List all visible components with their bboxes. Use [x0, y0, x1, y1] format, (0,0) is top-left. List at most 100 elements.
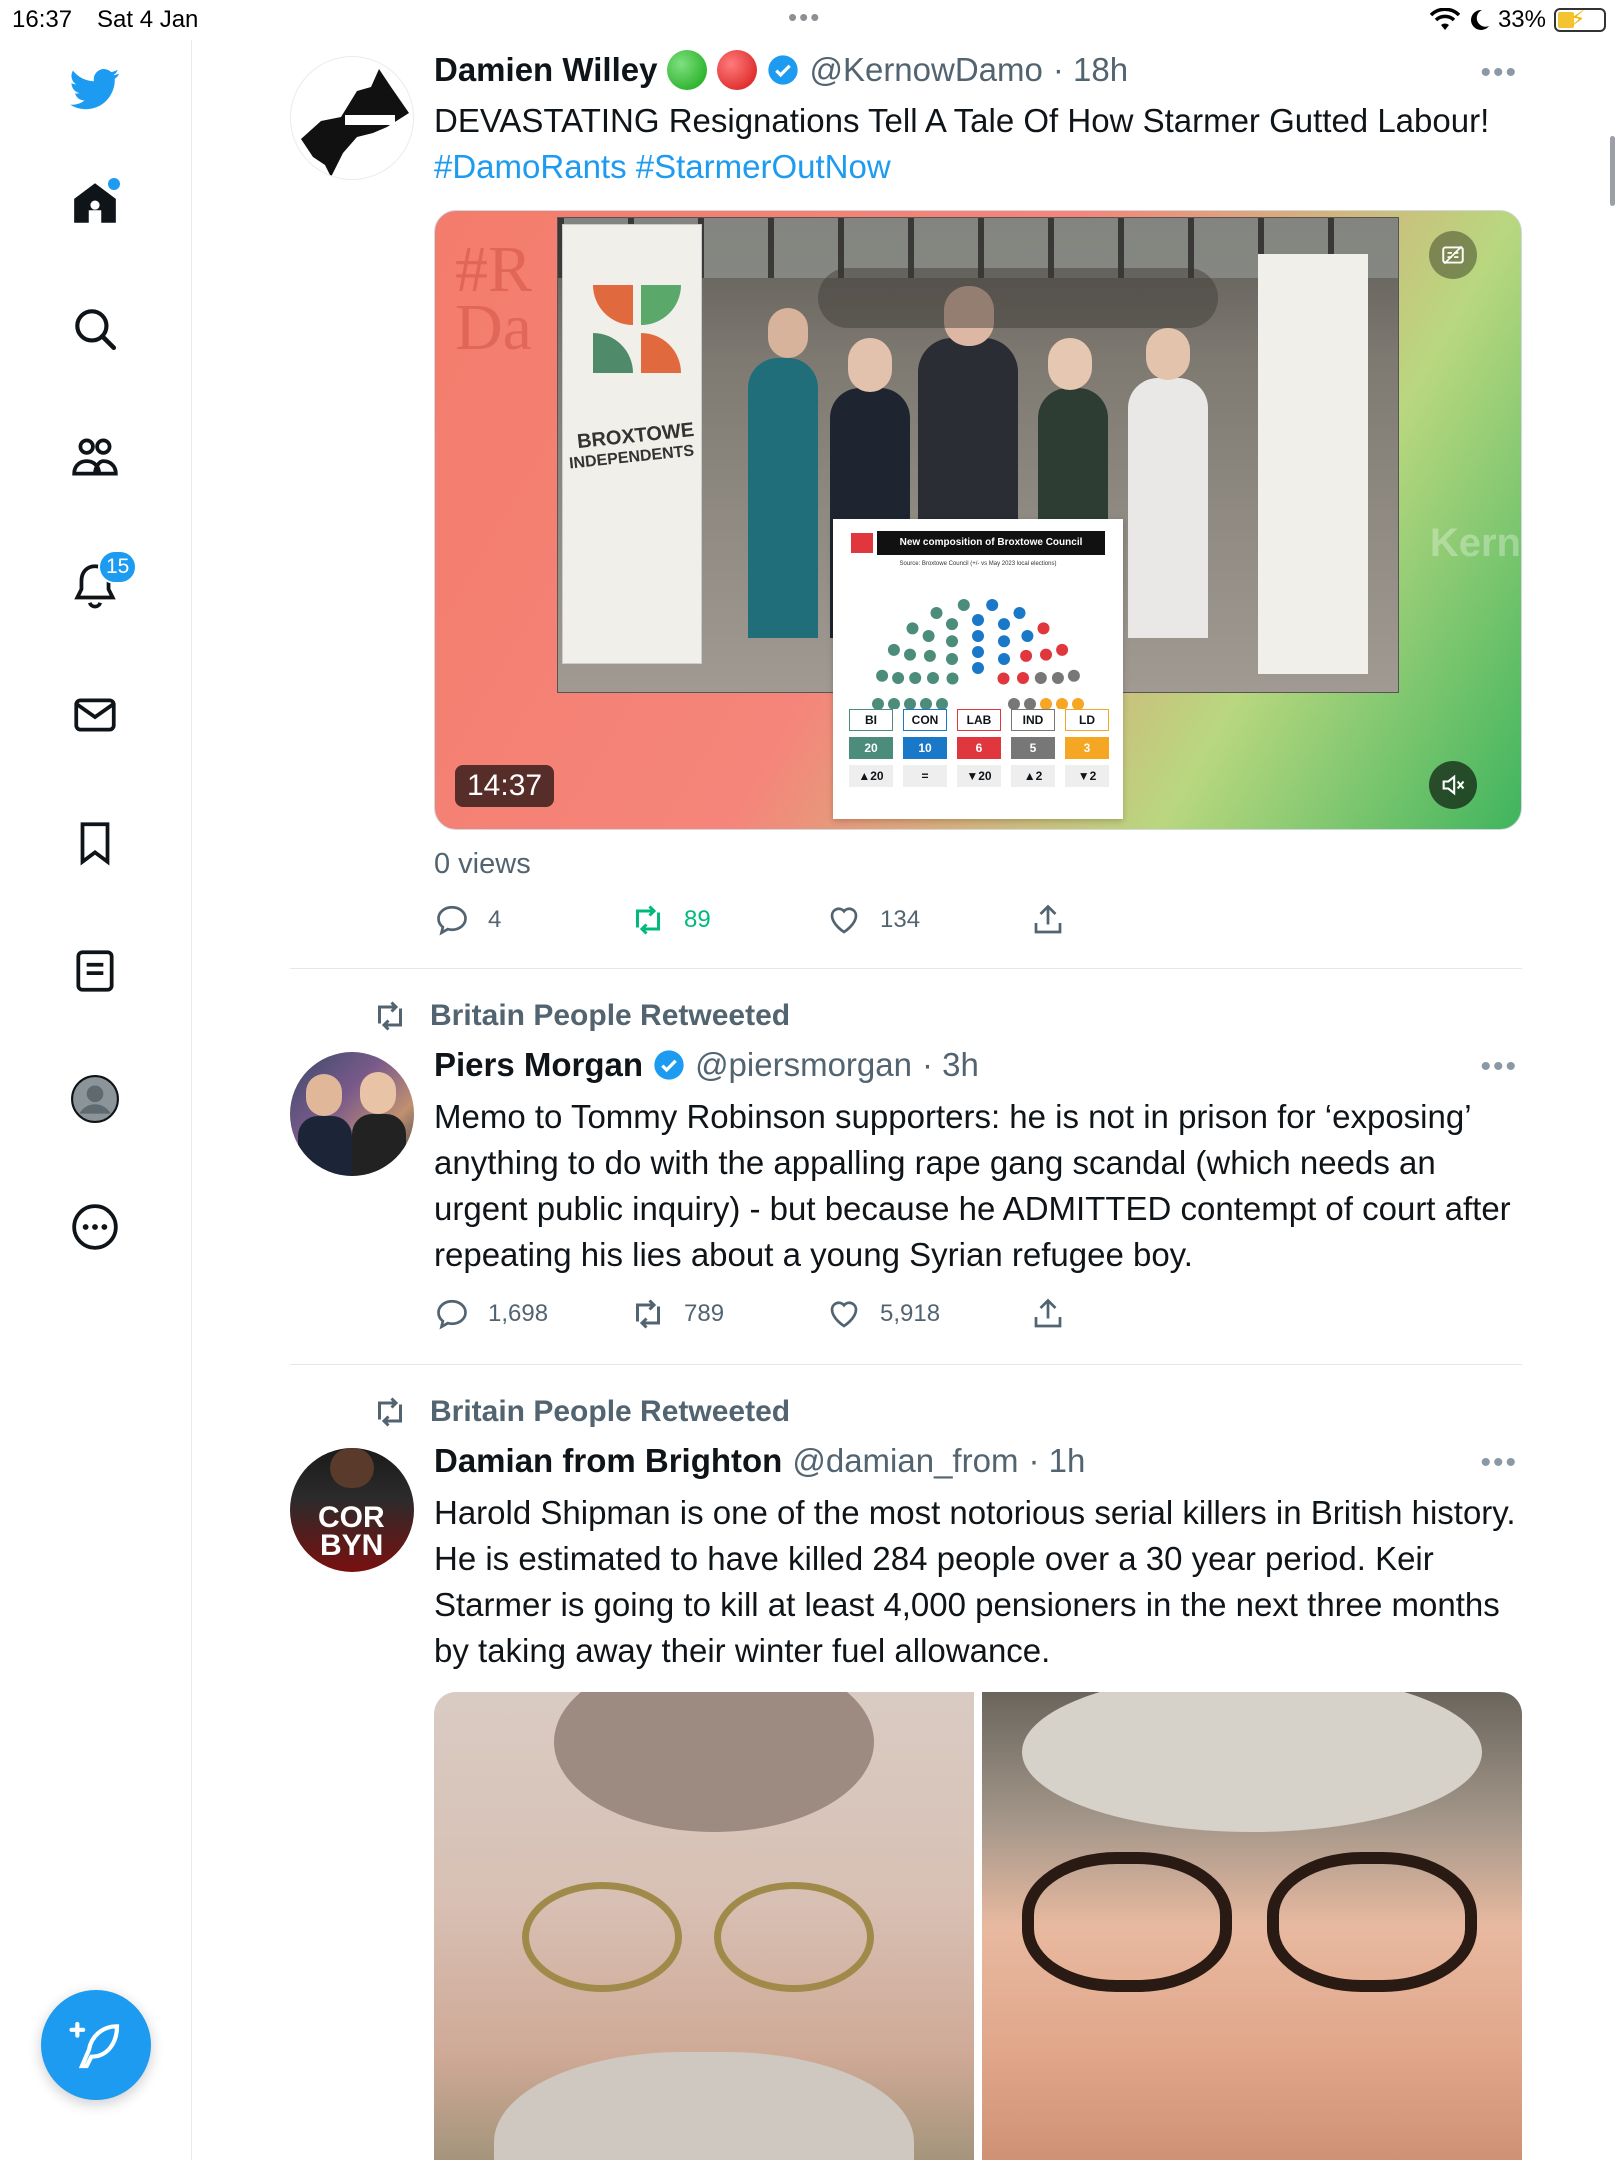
reply-icon	[437, 1299, 467, 1330]
avatar-shirt-text: BYN	[320, 1529, 384, 1562]
compose-tweet-button[interactable]	[41, 1990, 151, 2100]
nav-profile[interactable]	[62, 1066, 128, 1132]
party-change: ▼2	[1065, 765, 1109, 787]
seat-dot	[909, 672, 922, 684]
retweeted-by[interactable]: Britain People Retweeted	[372, 998, 790, 1034]
author-handle[interactable]: @piersmorgan	[695, 1046, 912, 1084]
captions-icon	[1442, 245, 1464, 265]
author-handle[interactable]: @KernowDamo	[809, 51, 1042, 89]
banner-right	[1258, 254, 1368, 674]
tweet-2[interactable]: Britain People Retweeted Piers Morgan @p…	[290, 994, 1522, 1354]
nav-lists[interactable]	[62, 938, 128, 1004]
seat-dot	[997, 672, 1010, 685]
tweet-time[interactable]: · 18h	[1053, 51, 1128, 89]
tweet-text: Memo to Tommy Robinson supporters: he is…	[434, 1098, 1511, 1273]
communities-icon	[72, 438, 118, 476]
author-name[interactable]: Damian from Brighton	[434, 1442, 782, 1480]
seat-dot	[876, 669, 889, 682]
avatar[interactable]	[290, 1052, 414, 1176]
retweet-small-icon	[378, 1001, 402, 1031]
more-circle-icon	[72, 1204, 118, 1250]
heart-icon	[830, 1301, 858, 1328]
nav-explore[interactable]	[62, 296, 128, 362]
scrollbar-thumb[interactable]	[1610, 136, 1615, 206]
captions-button[interactable]	[1429, 231, 1477, 279]
retweeted-by[interactable]: Britain People Retweeted	[372, 1394, 790, 1430]
party-seats: 20	[849, 737, 893, 759]
seat-dot	[1040, 698, 1052, 709]
nav-more[interactable]	[62, 1194, 128, 1260]
tweet-divider	[290, 968, 1522, 969]
author-handle[interactable]: @damian_from	[792, 1442, 1018, 1480]
like-button[interactable]: 134	[826, 902, 920, 938]
author-name[interactable]: Piers Morgan	[434, 1046, 643, 1084]
tweet-time[interactable]: · 3h	[922, 1046, 979, 1084]
status-right: 33% ⚡	[1429, 6, 1606, 34]
tweet-image-right[interactable]	[982, 1692, 1522, 2160]
like-button[interactable]: 5,918	[826, 1296, 940, 1332]
avatar[interactable]: COR BYN	[290, 1448, 414, 1572]
seat-dot	[872, 698, 884, 709]
video-bg-text: #R Da	[455, 233, 533, 364]
reply-icon	[437, 905, 467, 936]
mute-button[interactable]	[1429, 761, 1477, 809]
sidebar: 15	[0, 40, 192, 2160]
like-count: 5,918	[880, 1300, 941, 1327]
tweet-1[interactable]: Damien Willey @KernowDamo · 18h ••• DEVA…	[290, 50, 1522, 970]
twitter-logo-icon[interactable]	[62, 56, 128, 122]
tweet-3[interactable]: Britain People Retweeted COR BYN Damian …	[290, 1390, 1522, 2160]
more-options-icon[interactable]: •••	[1480, 1050, 1518, 1084]
tweet-actions: 4 89 134	[434, 902, 1094, 942]
tweet-time[interactable]: · 1h	[1028, 1442, 1085, 1480]
party-label: CON	[903, 709, 947, 731]
author-line: Piers Morgan @piersmorgan · 3h	[434, 1046, 979, 1084]
hashtag-link[interactable]: #DamoRants	[434, 148, 627, 185]
retweet-button[interactable]: 789	[630, 1296, 724, 1332]
seat-dot	[972, 614, 984, 626]
nav-notifications[interactable]: 15	[62, 550, 138, 618]
seat-dot	[1072, 698, 1084, 709]
nav-home[interactable]	[62, 170, 128, 236]
seat-dot	[1008, 698, 1020, 709]
share-button[interactable]	[1030, 902, 1066, 938]
seat-dot	[922, 630, 935, 642]
video-player[interactable]: #R Da Kern BROXTOWE INDEPENDENTS New com…	[434, 210, 1522, 830]
party-change: =	[903, 765, 947, 787]
more-options-icon[interactable]: •••	[1480, 56, 1518, 90]
retweet-count: 789	[684, 1300, 725, 1327]
multitasking-dots-icon[interactable]: •••	[788, 2, 821, 33]
retweet-icon	[636, 905, 660, 935]
party-label: LAB	[957, 709, 1001, 731]
party-label: BI	[849, 709, 893, 731]
nav-messages[interactable]	[62, 682, 128, 748]
nav-bookmarks[interactable]	[62, 810, 128, 876]
seat-dot	[1034, 672, 1047, 684]
avatar[interactable]	[290, 56, 414, 180]
retweet-button[interactable]: 89	[630, 902, 711, 938]
video-duration: 14:37	[455, 765, 555, 807]
retweet-icon	[636, 1299, 660, 1329]
share-button[interactable]	[1030, 1296, 1066, 1332]
nav-communities[interactable]	[62, 424, 128, 490]
tweet-image-left[interactable]	[434, 1692, 974, 2160]
seat-dot	[946, 672, 959, 685]
chart-source: Source: Broxtowe Council (+/- vs May 202…	[899, 561, 1057, 567]
retweeted-by-label: Britain People Retweeted	[430, 999, 791, 1032]
red-circle-emoji	[717, 50, 758, 90]
parliament-chart	[872, 599, 1084, 709]
reply-button[interactable]: 1,698	[434, 1296, 548, 1332]
more-options-icon[interactable]: •••	[1480, 1446, 1518, 1480]
reply-count: 4	[488, 906, 502, 933]
seat-dot	[946, 618, 958, 631]
avatar-shirt-text: COR	[318, 1501, 385, 1534]
party-change: ▲20	[849, 765, 893, 787]
reply-button[interactable]: 4	[434, 902, 501, 938]
hashtag-link[interactable]: #StarmerOutNow	[636, 148, 891, 185]
seat-dot	[998, 618, 1010, 631]
author-name[interactable]: Damien Willey	[434, 51, 657, 89]
status-time: 16:37	[12, 6, 73, 33]
seat-dot	[1013, 607, 1026, 619]
seat-dot	[972, 646, 984, 658]
seat-dot	[920, 698, 932, 709]
seat-dot	[1051, 672, 1064, 684]
